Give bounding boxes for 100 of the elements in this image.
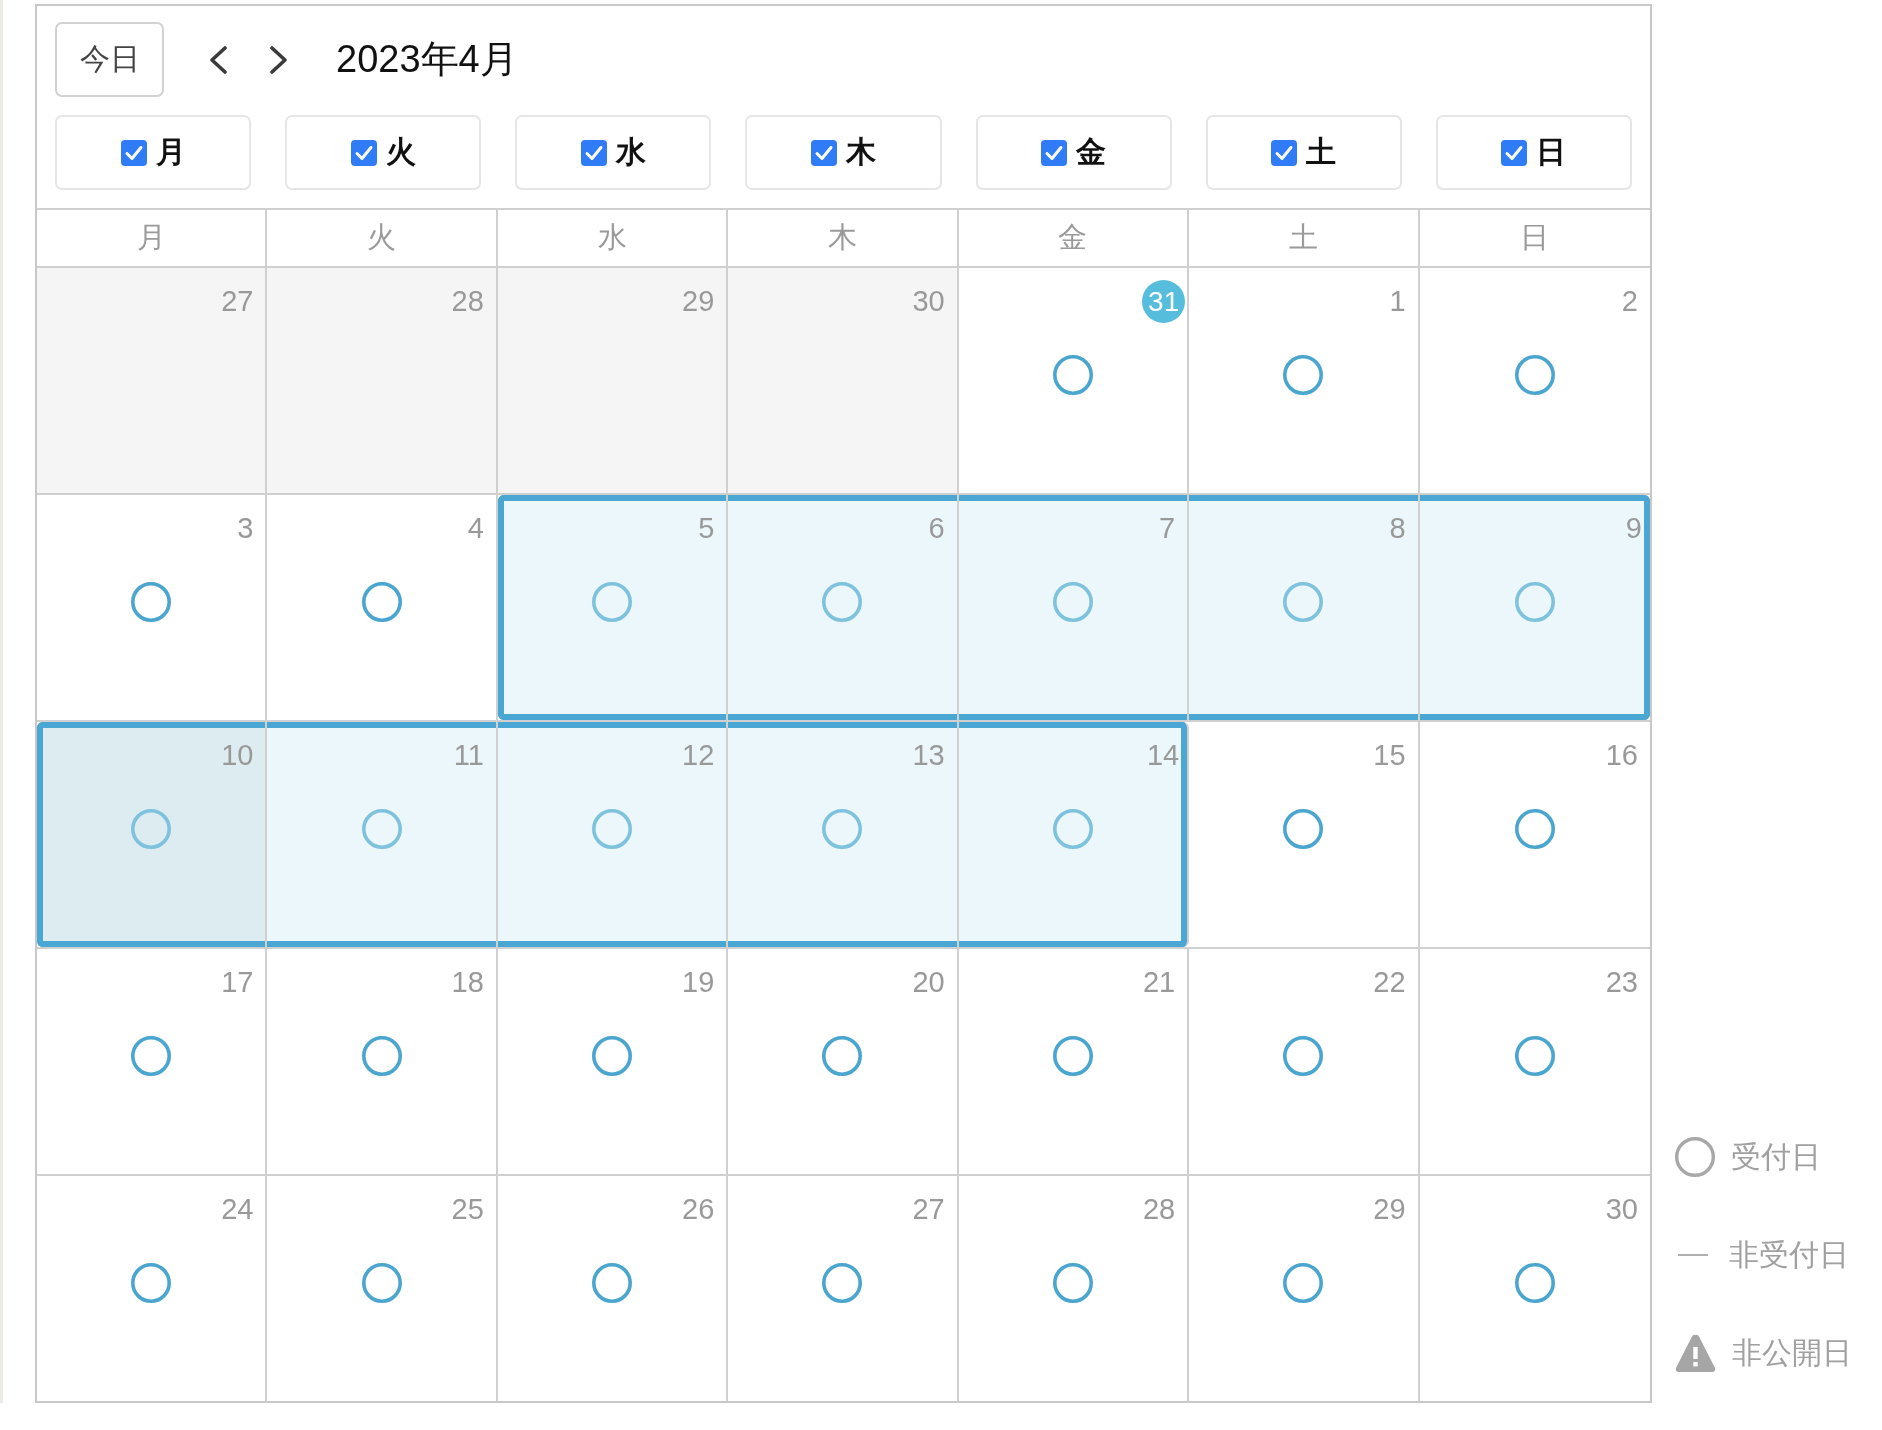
circle-icon [361,582,402,622]
day-number: 21 [1142,965,1176,1000]
day-number: 1 [1389,284,1406,319]
day-cell[interactable]: 30 [728,268,959,493]
day-cell[interactable]: 9 [1419,495,1650,720]
day-number: 30 [912,284,945,319]
day-number: 18 [451,965,484,1000]
circle-icon [822,1036,863,1076]
weekday-filter[interactable]: 木 [745,115,942,190]
day-number: 8 [1389,511,1406,546]
weekday-filter[interactable]: 火 [285,115,482,190]
day-number: 24 [221,1192,254,1227]
day-number: 25 [451,1192,484,1227]
month-title: 2023年4月 [336,37,518,82]
day-cell[interactable]: 10 [37,722,268,947]
weekday-filter[interactable]: 月 [55,115,252,190]
day-number: 7 [1159,511,1176,546]
day-cell[interactable]: 7 [958,495,1190,720]
day-number: 14 [1146,738,1180,773]
day-number: 23 [1605,965,1638,1000]
weekday-filter[interactable]: 日 [1435,115,1632,190]
day-number: 28 [451,284,484,319]
circle-icon [361,1036,402,1076]
circle-icon [131,1036,172,1076]
day-cell[interactable]: 13 [728,722,959,947]
day-number: 27 [221,284,254,319]
dash-icon [1678,1254,1708,1256]
circle-icon [592,1263,633,1303]
weekday-header: 金 [1058,220,1088,255]
day-number: 27 [912,1192,945,1227]
weekday-header: 月 [136,220,166,255]
circle-icon [1283,1263,1324,1303]
day-cell[interactable]: 14 [958,722,1190,947]
circle-icon [361,1263,402,1303]
circle-icon [131,582,172,622]
circle-icon [1283,809,1324,849]
checkbox[interactable] [580,139,607,166]
day-number: 26 [682,1192,715,1227]
circle-icon [592,582,633,622]
chevron-right-icon [269,45,289,74]
checkbox[interactable] [120,139,147,166]
day-number: 4 [467,511,484,546]
weekday-header: 水 [597,220,627,255]
weekday-filter[interactable]: 水 [515,115,712,190]
checkbox[interactable] [811,139,837,166]
legend-label: 受付日 [1731,1138,1821,1175]
weekday-filter[interactable]: 金 [975,115,1172,190]
circle-icon [822,809,863,849]
day-cell[interactable]: 8 [1189,495,1420,720]
weekday-filter[interactable]: 土 [1205,115,1402,190]
circle-icon [131,1263,172,1303]
circle-icon [1514,809,1555,849]
circle-icon [822,1263,863,1303]
day-cell[interactable]: 28 [267,268,498,493]
day-number: 2 [1621,284,1638,319]
warning-icon [1675,1334,1716,1372]
day-number: 15 [1373,738,1406,773]
circle-icon [1514,355,1555,395]
day-cell[interactable]: 27 [37,268,268,493]
day-number: 10 [221,738,254,773]
circle-icon [1283,355,1324,395]
weekday-header: 土 [1288,220,1318,255]
day-number: 17 [221,965,254,1000]
legend-label: 非受付日 [1729,1236,1849,1273]
checkbox[interactable] [350,139,377,166]
day-number: 19 [682,965,715,1000]
day-number: 28 [1142,1192,1176,1227]
circle-icon [1052,1263,1093,1303]
circle-icon [1283,582,1324,622]
circle-icon [1052,582,1093,622]
circle-icon [1514,1036,1555,1076]
day-number: 13 [912,738,945,773]
circle-icon [1283,1036,1324,1076]
weekday-header: 日 [1520,220,1550,255]
day-number: 16 [1605,738,1638,773]
circle-icon [1052,809,1093,849]
circle-icon [131,809,172,849]
legend-label: 非公開日 [1732,1334,1852,1371]
day-cell[interactable]: 5 [497,495,729,720]
day-cell[interactable]: 12 [497,722,729,947]
weekday-header: 木 [828,220,857,255]
circle-icon [1514,582,1555,622]
day-number: 31 [1142,280,1186,323]
today-button[interactable]: 今日 [55,22,164,97]
day-number: 5 [698,511,715,546]
day-number: 12 [682,738,715,773]
day-number: 3 [237,511,254,546]
circle-icon [592,809,633,849]
day-cell[interactable]: 11 [267,722,498,947]
day-number: 30 [1605,1192,1638,1227]
day-number: 9 [1625,511,1642,546]
checkbox[interactable] [1271,139,1298,166]
day-number: 6 [928,511,945,546]
day-cell[interactable]: 6 [728,495,959,720]
day-number: 29 [1373,1192,1406,1227]
circle-icon [361,809,402,849]
checkbox[interactable] [1501,139,1528,166]
day-cell[interactable]: 29 [497,268,729,493]
circle-icon [1052,355,1093,395]
checkbox[interactable] [1041,139,1068,166]
